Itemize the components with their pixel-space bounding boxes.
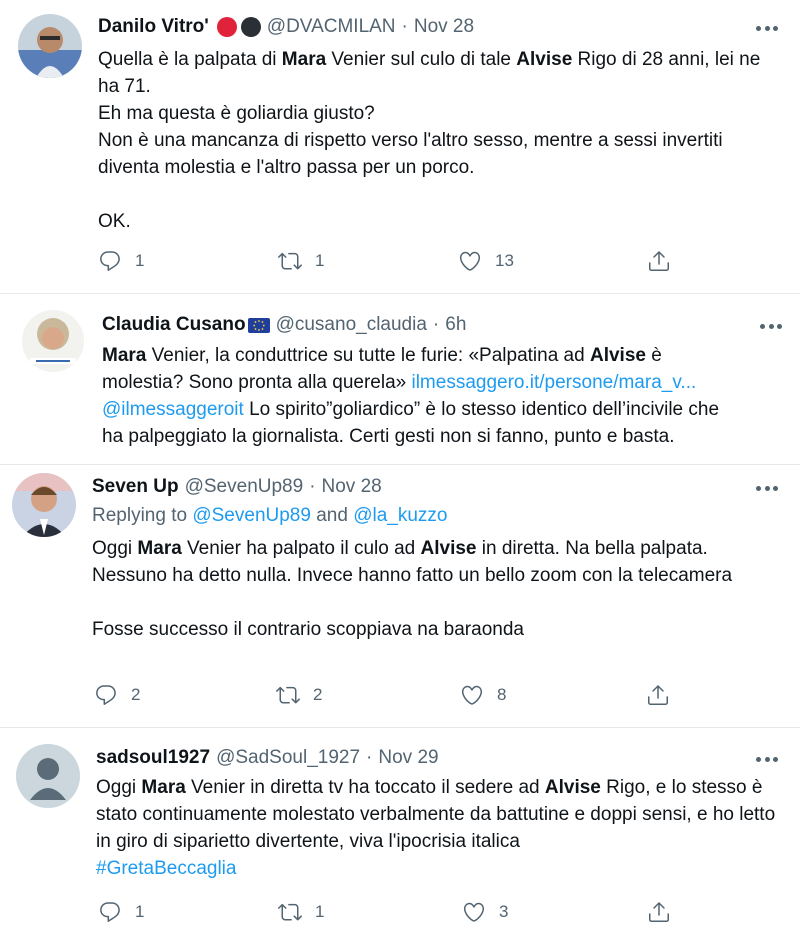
retweet-button[interactable]: 1 — [278, 249, 324, 273]
reply-icon — [94, 683, 118, 707]
reply-icon — [98, 900, 122, 924]
more-icon[interactable] — [756, 478, 778, 498]
like-count: 3 — [499, 902, 509, 921]
more-icon[interactable] — [760, 316, 782, 336]
retweet-icon — [278, 249, 302, 273]
share-button[interactable] — [646, 683, 670, 707]
tweet-actions: 2 2 8 — [94, 683, 684, 713]
reply-button[interactable]: 1 — [98, 249, 144, 273]
tweet[interactable]: Claudia Cusano @cusano_claudia · 6h Mara… — [0, 294, 800, 464]
tweet[interactable]: Seven Up @SevenUp89 · Nov 28 Replying to… — [0, 465, 800, 727]
retweet-count: 1 — [315, 902, 325, 921]
like-button[interactable]: 8 — [460, 683, 506, 707]
tweet-actions: 1 1 3 — [98, 900, 688, 930]
timestamp[interactable]: 6h — [445, 314, 466, 336]
share-button[interactable] — [647, 249, 671, 273]
retweet-count: 2 — [313, 685, 323, 704]
timestamp[interactable]: Nov 28 — [414, 16, 474, 38]
more-icon[interactable] — [756, 749, 778, 769]
replying-to: Replying to @SevenUp89 and @la_kuzzo — [92, 505, 448, 526]
tweet-text: Mara Venier, la conduttrice su tutte le … — [102, 345, 720, 447]
author-handle[interactable]: @SevenUp89 — [185, 476, 304, 498]
author-name[interactable]: sadsoul1927 — [96, 747, 210, 769]
reply-count: 1 — [135, 902, 145, 921]
author-handle[interactable]: @DVACMILAN — [267, 16, 396, 38]
retweet-icon — [276, 683, 300, 707]
mention-link[interactable]: @SevenUp89 — [192, 505, 311, 526]
avatar[interactable] — [12, 473, 76, 537]
article-link[interactable]: ilmessaggero.it/persone/mara_v... — [411, 372, 696, 393]
like-button[interactable]: 3 — [462, 900, 508, 924]
eu-flag-icon — [247, 317, 270, 333]
avatar[interactable] — [16, 744, 80, 808]
mention-link[interactable]: @la_kuzzo — [353, 505, 447, 526]
retweet-button[interactable]: 2 — [276, 683, 322, 707]
black-circle-icon — [240, 17, 261, 37]
tweet-text: Oggi Mara Venier ha palpato il culo ad A… — [92, 538, 733, 640]
timestamp[interactable]: Nov 28 — [322, 476, 382, 498]
mention-link[interactable]: @ilmessaggeroit — [102, 399, 244, 420]
retweet-button[interactable]: 1 — [278, 900, 324, 924]
separator: · — [309, 476, 316, 497]
like-count: 8 — [497, 685, 507, 704]
red-circle-icon — [216, 17, 237, 37]
reply-button[interactable]: 1 — [98, 900, 144, 924]
author-name[interactable]: Danilo Vitro' — [98, 16, 209, 38]
reply-count: 2 — [131, 685, 141, 704]
like-count: 13 — [495, 251, 514, 270]
share-icon — [647, 900, 671, 924]
author-name[interactable]: Seven Up — [92, 476, 179, 498]
avatar[interactable] — [22, 310, 84, 372]
tweet[interactable]: sadsoul1927 @SadSoul_1927 · Nov 29 Oggi … — [0, 728, 800, 940]
like-icon — [462, 900, 486, 924]
avatar[interactable] — [18, 14, 82, 78]
like-icon — [460, 683, 484, 707]
separator: · — [432, 314, 440, 335]
hashtag-link[interactable]: #GretaBeccaglia — [96, 855, 776, 882]
tweet-text: Oggi Mara Venier in diretta tv ha toccat… — [96, 774, 776, 882]
timestamp[interactable]: Nov 29 — [378, 747, 438, 769]
reply-icon — [98, 249, 122, 273]
tweet[interactable]: Danilo Vitro' @DVACMILAN · Nov 28 Quella… — [0, 0, 800, 292]
reply-count: 1 — [135, 251, 145, 270]
share-icon — [646, 683, 670, 707]
share-button[interactable] — [647, 900, 671, 924]
tweet-text: Quella è la palpata di Mara Venier sul c… — [98, 49, 761, 232]
author-handle[interactable]: @SadSoul_1927 — [216, 747, 360, 769]
reply-button[interactable]: 2 — [94, 683, 140, 707]
retweet-icon — [278, 900, 302, 924]
share-icon — [647, 249, 671, 273]
author-handle[interactable]: @cusano_claudia — [276, 314, 427, 336]
retweet-count: 1 — [315, 251, 325, 270]
separator: · — [401, 16, 408, 37]
more-icon[interactable] — [756, 18, 778, 38]
separator: · — [366, 747, 373, 768]
author-name[interactable]: Claudia Cusano — [102, 314, 246, 336]
like-button[interactable]: 13 — [458, 249, 514, 273]
tweet-actions: 1 1 13 — [98, 249, 688, 279]
like-icon — [458, 249, 482, 273]
